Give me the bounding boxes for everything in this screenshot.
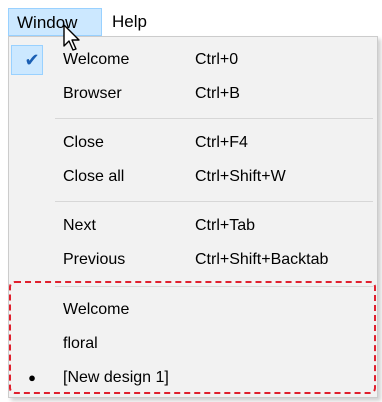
radio-bullet-icon: ●: [28, 370, 36, 385]
menu-item-shortcut: Ctrl+Shift+Backtab: [195, 251, 329, 268]
menu-item-window-welcome[interactable]: Welcome: [9, 293, 377, 327]
menu-separator: [55, 286, 373, 287]
menu-separator: [55, 201, 373, 202]
menu-item-shortcut: Ctrl+Shift+W: [195, 168, 286, 185]
menu-window[interactable]: Window: [8, 8, 102, 36]
menu-item-shortcut: Ctrl+F4: [195, 134, 248, 151]
menu-item-label: floral: [63, 335, 98, 352]
menu-item-browser[interactable]: Browser Ctrl+B: [9, 77, 377, 111]
menu-item-window-floral[interactable]: floral: [9, 327, 377, 361]
menu-item-label: Welcome: [63, 301, 130, 318]
menu-item-label: Browser: [63, 85, 122, 102]
menu-separator: [55, 118, 373, 119]
menu-item-previous[interactable]: Previous Ctrl+Shift+Backtab: [9, 243, 377, 277]
app-window: Window Help ✔ Welcome Ctrl+0 Browser Ctr…: [0, 0, 382, 402]
menu-item-window-new-design[interactable]: ● [New design 1]: [9, 361, 377, 395]
window-dropdown-menu: ✔ Welcome Ctrl+0 Browser Ctrl+B Close Ct…: [8, 36, 378, 398]
menu-help[interactable]: Help: [104, 8, 166, 36]
menu-item-label: Close: [63, 134, 104, 151]
menu-item-label: Close all: [63, 168, 125, 185]
menu-bar: Window Help: [0, 0, 382, 36]
menu-item-label: Next: [63, 217, 96, 234]
menu-item-label: Previous: [63, 251, 126, 268]
menu-item-next[interactable]: Next Ctrl+Tab: [9, 209, 377, 243]
menu-item-label: [New design 1]: [63, 369, 169, 386]
menu-item-shortcut: Ctrl+Tab: [195, 217, 256, 234]
mouse-pointer-icon: [63, 24, 80, 51]
check-icon: ✔: [24, 50, 40, 70]
menu-item-shortcut: Ctrl+B: [195, 85, 240, 102]
menu-item-shortcut: Ctrl+0: [195, 51, 239, 68]
menu-item-close-all[interactable]: Close all Ctrl+Shift+W: [9, 160, 377, 194]
menu-item-close[interactable]: Close Ctrl+F4: [9, 126, 377, 160]
